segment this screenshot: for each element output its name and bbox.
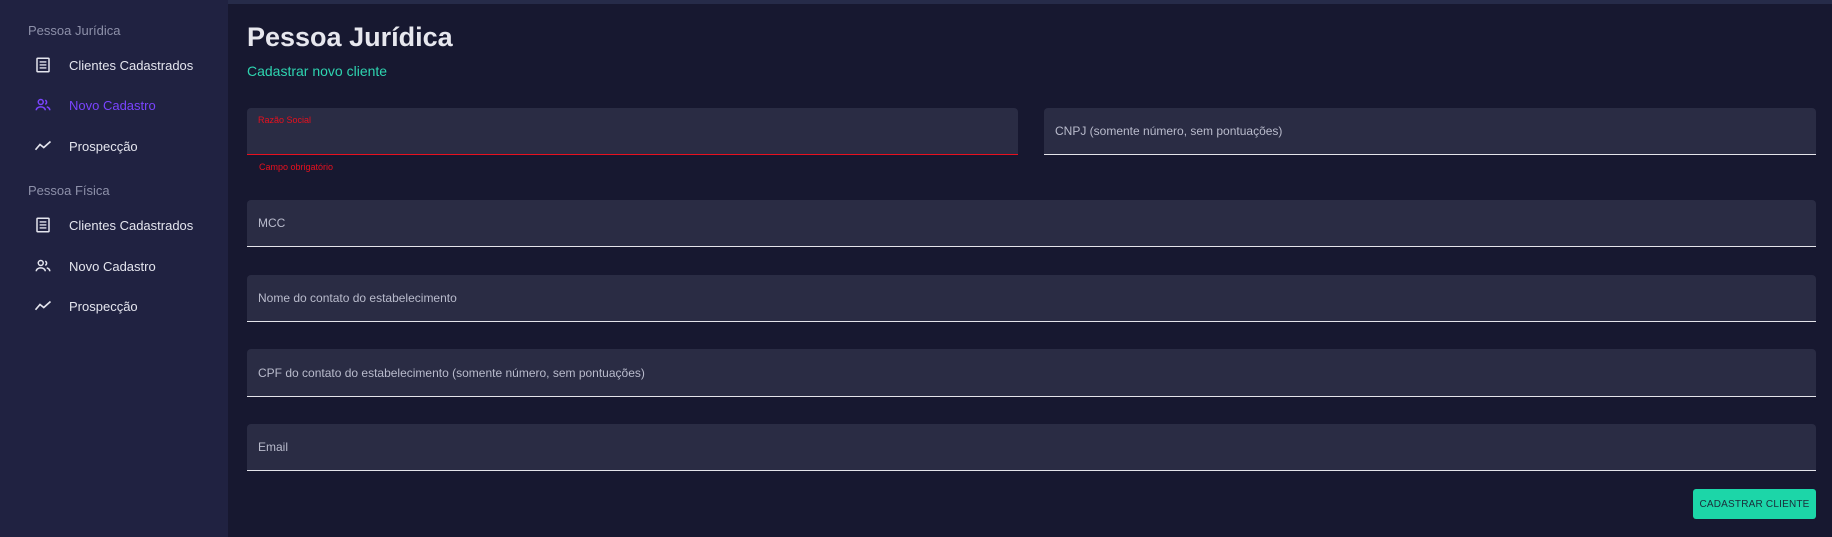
sidebar-item-label: Prospecção: [69, 298, 138, 314]
people-icon: [34, 257, 52, 275]
email-label: Email: [258, 440, 289, 454]
mcc-field[interactable]: MCC: [247, 200, 1816, 247]
list-icon: [34, 216, 52, 234]
sidebar-item-label: Clientes Cadastrados: [69, 217, 194, 233]
people-icon: [34, 96, 52, 114]
main-content: Pessoa Jurídica Cadastrar novo cliente R…: [228, 4, 1832, 537]
contato-cpf-label: CPF do contato do estabelecimento (somen…: [258, 365, 645, 380]
contato-cpf-field[interactable]: CPF do contato do estabelecimento (somen…: [247, 349, 1816, 397]
sidebar-section-pessoa-fisica: Pessoa Física: [28, 183, 110, 198]
cnpj-label: CNPJ (somente número, sem pontuações): [1055, 124, 1283, 138]
sidebar-item-label: Novo Cadastro: [69, 258, 156, 274]
sidebar-item-pf-novo-cadastro[interactable]: Novo Cadastro: [34, 252, 214, 280]
mcc-label: MCC: [258, 216, 286, 230]
sidebar-item-pf-prospeccao[interactable]: Prospecção: [34, 292, 214, 320]
contato-nome-field[interactable]: Nome do contato do estabelecimento: [247, 275, 1816, 322]
sidebar-item-pj-novo-cadastro[interactable]: Novo Cadastro: [34, 91, 214, 119]
list-icon: [34, 56, 52, 74]
cnpj-field[interactable]: CNPJ (somente número, sem pontuações): [1044, 108, 1816, 155]
sidebar-section-pessoa-juridica: Pessoa Jurídica: [28, 23, 121, 38]
page-subtitle: Cadastrar novo cliente: [247, 63, 388, 79]
razao-social-field[interactable]: Razão Social: [247, 108, 1018, 155]
razao-social-label: Razão Social: [258, 115, 312, 125]
trending-icon: [34, 297, 52, 315]
sidebar-item-pj-prospeccao[interactable]: Prospecção: [34, 132, 214, 160]
sidebar: Pessoa Jurídica Clientes Cadastrados Nov…: [0, 0, 228, 537]
sidebar-item-label: Clientes Cadastrados: [69, 57, 194, 73]
trending-icon: [34, 137, 52, 155]
sidebar-item-pf-clientes-cadastrados[interactable]: Clientes Cadastrados: [34, 211, 214, 239]
sidebar-item-pj-clientes-cadastrados[interactable]: Clientes Cadastrados: [34, 51, 214, 79]
page-title: Pessoa Jurídica: [247, 22, 453, 52]
contato-nome-label: Nome do contato do estabelecimento: [258, 291, 457, 305]
cadastrar-cliente-button[interactable]: CADASTRAR CLIENTE: [1693, 489, 1816, 519]
razao-social-error: Campo obrigatório: [259, 162, 334, 172]
sidebar-item-label: Novo Cadastro: [69, 97, 156, 113]
email-field[interactable]: Email: [247, 424, 1816, 471]
sidebar-item-label: Prospecção: [69, 138, 138, 154]
